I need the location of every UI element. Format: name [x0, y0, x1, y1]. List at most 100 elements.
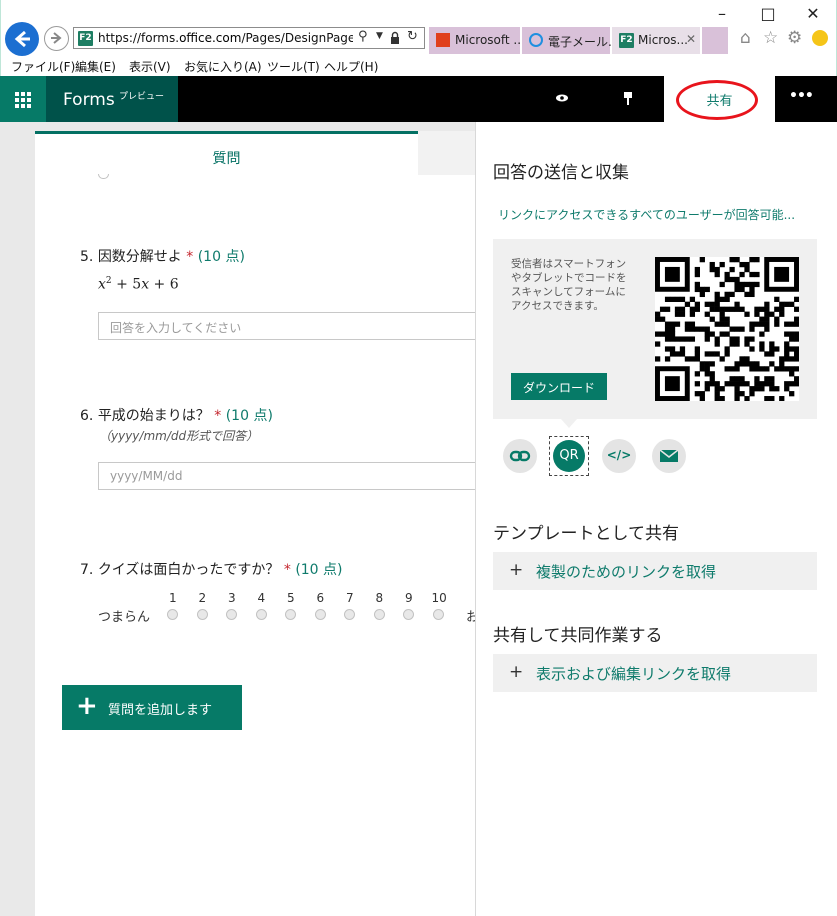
- scale-radio-6[interactable]: [314, 609, 326, 620]
- tab-forms-active[interactable]: F2 Micros... ✕: [612, 27, 701, 54]
- tab-questions-label: 質問: [212, 151, 241, 167]
- qr-code-image: [655, 257, 800, 402]
- question-6-date-input[interactable]: yyyy/MM/dd: [98, 462, 475, 490]
- dropdown-icon[interactable]: ▼: [376, 31, 383, 41]
- question-5-title[interactable]: 5. 因数分解せよ * (10 点): [80, 246, 245, 266]
- access-permission-dropdown[interactable]: リンクにアクセスできるすべてのユーザーが回答可能...: [498, 206, 816, 223]
- edit-link-label: 表示および編集リンクを取得: [536, 665, 732, 683]
- qr-description: 受信者はスマートフォンやタブレットでコードをスキャンしてフォームにアクセスできま…: [511, 258, 627, 312]
- preview-eye-icon[interactable]: [554, 90, 570, 110]
- browser-chrome: – □ ✕ F2 https://forms.office.com/Pages/…: [0, 0, 837, 76]
- menu-edit[interactable]: 編集(E): [75, 58, 116, 75]
- scale-radio-9[interactable]: [403, 609, 414, 620]
- home-icon[interactable]: ⌂: [740, 28, 751, 48]
- mail-icon: [659, 449, 679, 462]
- star-icon[interactable]: ☆: [763, 28, 778, 48]
- scale-radio-5[interactable]: [285, 609, 296, 620]
- new-tab-button[interactable]: [702, 27, 729, 54]
- menu-file[interactable]: ファイル(F): [11, 58, 75, 75]
- tab-label: Microsoft ...: [455, 33, 525, 47]
- scale-radio-2[interactable]: [196, 609, 208, 620]
- embed-share-button[interactable]: </>: [602, 439, 636, 473]
- waffle-icon: [15, 92, 31, 108]
- question-5-formula: x2 + 5x + 6: [98, 276, 179, 293]
- duplicate-link-expander[interactable]: + 複製のためのリンクを取得: [493, 552, 817, 590]
- maximize-button[interactable]: □: [753, 4, 783, 24]
- email-share-button[interactable]: [652, 439, 686, 473]
- question-5-answer-input[interactable]: 回答を入力してください: [98, 312, 475, 340]
- scale-radio-4[interactable]: [255, 609, 267, 620]
- plus-icon: +: [76, 691, 98, 721]
- scale-radio-1[interactable]: [167, 609, 178, 620]
- question-6-subtitle: （yyyy/mm/dd形式で回答）: [99, 429, 259, 443]
- app-launcher-button[interactable]: [0, 76, 46, 122]
- template-heading: テンプレートとして共有: [493, 524, 679, 544]
- more-options-button[interactable]: •••: [789, 88, 814, 104]
- question-7-title[interactable]: 7. クイズは面白かったですか？ * (10 点): [80, 559, 343, 579]
- brand-subtitle: プレビュー: [119, 92, 165, 102]
- scale-radio-8[interactable]: [373, 609, 385, 620]
- menu-tools[interactable]: ツール(T): [267, 58, 320, 75]
- scale-number-10: 10: [431, 591, 447, 605]
- scale-radio-7[interactable]: [344, 609, 355, 620]
- link-share-button[interactable]: [503, 439, 537, 473]
- tab-questions[interactable]: 質問: [35, 131, 418, 175]
- scale-radio-10[interactable]: [432, 609, 444, 620]
- close-window-button[interactable]: ✕: [798, 4, 828, 24]
- lock-icon: [390, 31, 400, 44]
- menu-favorites[interactable]: お気に入り(A): [184, 58, 262, 75]
- scale-high-label: お: [466, 610, 475, 625]
- embed-icon: </>: [606, 448, 632, 462]
- office-icon: [436, 33, 450, 47]
- close-tab-icon[interactable]: ✕: [686, 32, 696, 46]
- link-icon: [509, 450, 531, 462]
- download-qr-button[interactable]: ダウンロード: [511, 373, 607, 400]
- brand-title: Forms: [63, 90, 115, 110]
- forward-icon[interactable]: [44, 26, 69, 51]
- forms-favicon: F2: [619, 33, 634, 48]
- tab-microsoft[interactable]: Microsoft ...: [429, 27, 525, 54]
- send-collect-heading: 回答の送信と収集: [493, 163, 629, 183]
- scale-number-3: 3: [228, 591, 236, 605]
- add-question-button[interactable]: + 質問を追加します: [62, 685, 242, 730]
- download-label: ダウンロード: [522, 381, 595, 395]
- scale-number-1: 1: [169, 591, 177, 605]
- tab-label: 電子メール...: [548, 35, 620, 49]
- qr-label: QR: [553, 440, 585, 472]
- plus-icon: +: [509, 560, 524, 580]
- tab-email[interactable]: 電子メール...: [522, 27, 619, 54]
- scale-number-4: 4: [257, 591, 266, 605]
- scale-radio-3[interactable]: [226, 609, 237, 620]
- theme-brush-icon[interactable]: [622, 91, 634, 111]
- smiley-icon[interactable]: [812, 30, 828, 46]
- add-question-label: 質問を追加します: [108, 703, 213, 718]
- collaborate-heading: 共有して共同作業する: [493, 626, 663, 646]
- scale-number-7: 7: [346, 591, 354, 605]
- scale-number-8: 8: [375, 591, 384, 605]
- brand[interactable]: Forms プレビュー: [46, 76, 178, 122]
- scale-number-5: 5: [287, 591, 295, 605]
- menu-bar: ファイル(F) 編集(E) 表示(V) お気に入り(A) ツール(T) ヘルプ(…: [1, 55, 837, 76]
- menu-help[interactable]: ヘルプ(H): [324, 58, 378, 75]
- minimize-button[interactable]: –: [707, 4, 737, 24]
- panel-pointer: [561, 419, 577, 428]
- refresh-icon[interactable]: ↻: [407, 29, 418, 44]
- scale-low-label: つまらん: [98, 610, 151, 625]
- back-icon[interactable]: [5, 22, 39, 56]
- search-icon[interactable]: ⚲: [358, 29, 368, 44]
- ie-icon: [529, 33, 543, 47]
- edit-link-expander[interactable]: + 表示および編集リンクを取得: [493, 654, 817, 692]
- scale-number-6: 6: [316, 591, 325, 605]
- forms-favicon: F2: [78, 31, 93, 46]
- menu-view[interactable]: 表示(V): [129, 58, 171, 75]
- annotation-circle: [676, 80, 758, 120]
- plus-icon: +: [509, 662, 524, 682]
- tab-responses[interactable]: [418, 131, 475, 175]
- gear-icon[interactable]: ⚙: [787, 28, 802, 48]
- tab-label: Micros...: [638, 33, 688, 47]
- address-bar[interactable]: F2 https://forms.office.com/Pages/Design…: [73, 27, 425, 49]
- url-text[interactable]: https://forms.office.com/Pages/DesignPag…: [98, 31, 353, 45]
- question-6-title[interactable]: 6. 平成の始まりは？ * (10 点): [80, 405, 273, 425]
- qr-share-button[interactable]: QR: [549, 436, 589, 476]
- scale-number-2: 2: [198, 591, 207, 605]
